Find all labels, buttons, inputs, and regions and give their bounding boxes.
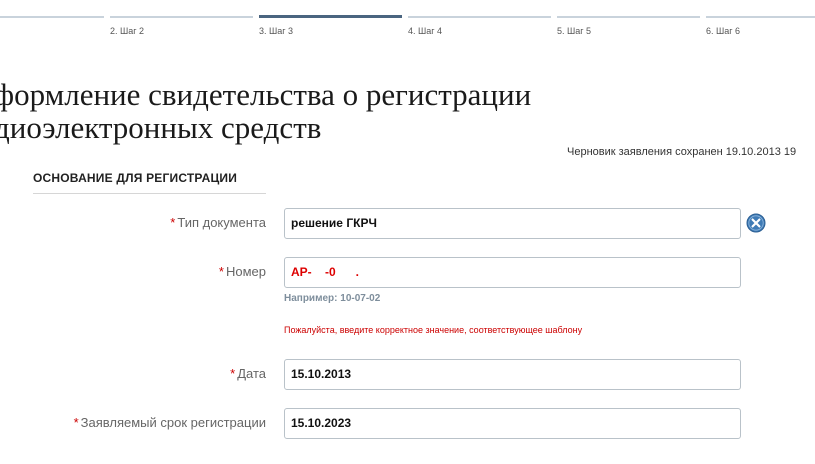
page-title-line-2: диоэлектронных средств [0, 110, 322, 145]
number-field[interactable]: АР- -0 . [284, 257, 741, 288]
date-label-text: Дата [237, 366, 266, 381]
step-3-bar [259, 15, 402, 18]
page-title: формление свидетельства о регистрации ди… [0, 78, 531, 144]
number-label: * Номер [219, 264, 266, 279]
required-mark: * [230, 366, 236, 381]
step-6[interactable]: 6. Шаг 6 [706, 16, 815, 40]
date-label: * Дата [230, 366, 266, 381]
term-label-text: Заявляемый срок регистрации [80, 415, 266, 430]
term-field[interactable]: 15.10.2023 [284, 408, 741, 439]
step-4-bar [408, 16, 551, 18]
number-hint: Например: 10-07-02 [284, 293, 381, 304]
number-value: АР- -0 . [291, 265, 360, 279]
date-value: 15.10.2013 [291, 367, 352, 381]
doc-type-value: решение ГКРЧ [291, 216, 377, 230]
step-3-current[interactable]: 3. Шаг 3 [259, 15, 402, 40]
step-6-bar [706, 16, 815, 18]
section-title: ОСНОВАНИЕ ДЛЯ РЕГИСТРАЦИИ [33, 171, 238, 185]
step-3-label: 3. Шаг 3 [259, 26, 294, 36]
doc-type-label: * Тип документа [170, 215, 266, 230]
step-4-label: 4. Шаг 4 [408, 26, 443, 36]
page-title-line-1: формление свидетельства о регистрации [0, 77, 532, 112]
required-mark: * [218, 264, 224, 279]
draft-saved-status: Черновик заявления сохранен 19.10.2013 1… [567, 146, 797, 158]
number-error-message: Пожалуйста, введите корректное значение,… [284, 325, 583, 335]
step-1-bar [0, 16, 104, 18]
clear-icon[interactable] [746, 213, 766, 233]
required-mark: * [73, 415, 79, 430]
step-5-bar [557, 16, 700, 18]
doc-type-label-text: Тип документа [177, 215, 266, 230]
section-divider [33, 193, 266, 194]
term-value: 15.10.2023 [291, 416, 352, 430]
doc-type-field[interactable]: решение ГКРЧ [284, 208, 741, 239]
date-field[interactable]: 15.10.2013 [284, 359, 741, 390]
step-progress: 2. Шаг 2 3. Шаг 3 4. Шаг 4 5. Шаг 5 6. Ш… [0, 0, 815, 40]
step-1[interactable] [0, 16, 104, 40]
step-2[interactable]: 2. Шаг 2 [110, 16, 253, 40]
term-label: * Заявляемый срок регистрации [74, 415, 266, 430]
step-5-label: 5. Шаг 5 [557, 26, 592, 36]
step-2-bar [110, 16, 253, 18]
step-2-label: 2. Шаг 2 [110, 26, 145, 36]
step-4[interactable]: 4. Шаг 4 [408, 16, 551, 40]
step-5[interactable]: 5. Шаг 5 [557, 16, 700, 40]
required-mark: * [170, 215, 176, 230]
number-label-text: Номер [225, 264, 266, 279]
step-6-label: 6. Шаг 6 [706, 26, 741, 36]
